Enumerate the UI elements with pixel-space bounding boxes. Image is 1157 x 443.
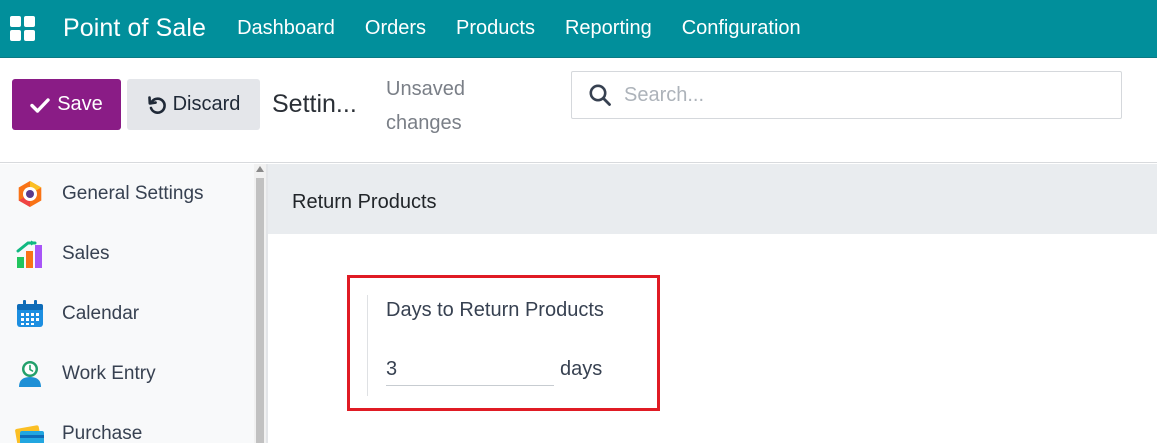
general-settings-icon	[14, 178, 46, 210]
sidebar-item-label: General Settings	[62, 183, 204, 204]
save-button[interactable]: Save	[12, 79, 121, 130]
apps-grid-icon[interactable]	[10, 15, 36, 42]
discard-button[interactable]: Discard	[127, 79, 260, 130]
days-unit-label: days	[560, 358, 603, 380]
sidebar-item-label: Calendar	[62, 303, 140, 324]
menu-products[interactable]: Products	[441, 17, 550, 40]
undo-icon	[147, 95, 166, 114]
menu-reporting[interactable]: Reporting	[550, 17, 667, 40]
settings-sidebar: General Settings Sales Calendar Work Ent…	[0, 164, 254, 443]
scroll-up-arrow-icon[interactable]	[256, 166, 264, 172]
settings-content: Return Products Days to Return Products …	[268, 164, 1157, 443]
sidebar-item-general-settings[interactable]: General Settings	[0, 164, 254, 224]
section-title: Return Products	[292, 191, 437, 213]
sidebar-item-label: Purchase	[62, 423, 143, 443]
setting-divider	[367, 295, 368, 396]
purchase-icon	[14, 418, 46, 443]
discard-button-label: Discard	[172, 93, 241, 115]
highlight-box	[347, 275, 660, 411]
sidebar-item-calendar[interactable]: Calendar	[0, 284, 254, 344]
sidebar-item-work-entry[interactable]: Work Entry	[0, 344, 254, 404]
days-to-return-input[interactable]	[386, 354, 554, 386]
section-header: Return Products	[268, 164, 1157, 234]
sidebar-item-sales[interactable]: Sales	[0, 224, 254, 284]
days-to-return-label: Days to Return Products	[386, 299, 604, 321]
search-bar[interactable]	[571, 71, 1122, 119]
menu-orders[interactable]: Orders	[350, 17, 441, 40]
save-button-label: Save	[57, 93, 103, 115]
control-panel: Save Discard Settin... Unsaved changes	[0, 59, 1157, 163]
sidebar-item-purchase[interactable]: Purchase	[0, 404, 254, 443]
menu-configuration[interactable]: Configuration	[667, 17, 816, 40]
app-brand[interactable]: Point of Sale	[63, 14, 206, 43]
check-icon	[30, 97, 50, 113]
sidebar-item-label: Sales	[62, 243, 110, 264]
sales-icon	[14, 238, 46, 270]
page-title: Settin...	[272, 90, 357, 118]
search-icon	[589, 84, 611, 106]
menu-dashboard[interactable]: Dashboard	[222, 17, 350, 40]
scrollbar-thumb[interactable]	[256, 178, 264, 443]
work-entry-icon	[14, 358, 46, 390]
calendar-icon	[14, 298, 46, 330]
top-navbar: Point of Sale Dashboard Orders Products …	[0, 0, 1157, 58]
sidebar-item-label: Work Entry	[62, 363, 156, 384]
search-input[interactable]	[624, 83, 1104, 107]
unsaved-changes-indicator: Unsaved changes	[386, 78, 465, 134]
